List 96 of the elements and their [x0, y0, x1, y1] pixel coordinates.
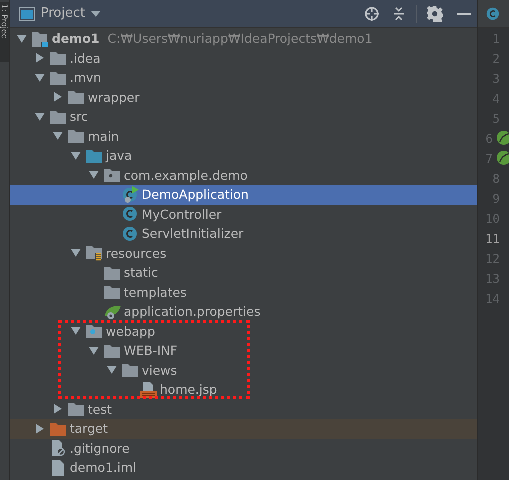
tree-row[interactable]: .gitignore [10, 438, 477, 458]
folder-icon [50, 51, 66, 66]
tree-item-label: WEB-INF [124, 343, 178, 358]
tree-row[interactable]: test [10, 400, 477, 419]
minimize-icon[interactable] [457, 12, 471, 16]
tree-row[interactable]: .idea [10, 48, 477, 68]
tree-row[interactable]: DemoApplication [10, 185, 477, 204]
jsp-file-icon [140, 382, 158, 398]
folder-icon [68, 90, 84, 104]
collapsed-arrow-icon[interactable] [54, 404, 62, 414]
tree-item-label: webapp [106, 324, 156, 339]
expanded-arrow-icon[interactable] [71, 327, 81, 336]
folder-icon [104, 344, 120, 358]
tree-item-label: target [70, 421, 108, 436]
settings-icon[interactable] [427, 6, 443, 22]
expanded-arrow-icon[interactable] [89, 171, 99, 180]
folder-icon [122, 363, 138, 378]
file-icon [50, 460, 66, 476]
properties-file-icon [104, 304, 122, 320]
class-icon[interactable] [486, 6, 500, 20]
folder-icon [104, 266, 120, 280]
expanded-arrow-icon[interactable] [17, 34, 27, 43]
tree-row[interactable]: home.jsp [10, 380, 477, 400]
line-number: 11 [484, 232, 500, 246]
folder-icon [86, 148, 102, 163]
tree-item-label: templates [124, 284, 187, 300]
collapsed-arrow-icon[interactable] [36, 424, 44, 434]
tree-item-label: .mvn [70, 70, 102, 86]
tree-item-label: home.jsp [160, 382, 218, 398]
tree-row[interactable]: java [10, 146, 477, 166]
expanded-arrow-icon[interactable] [71, 152, 81, 160]
tree-item-label: resources [106, 246, 167, 261]
bean-icon[interactable] [497, 150, 509, 164]
tree-row[interactable]: target [10, 419, 477, 438]
folder-icon [50, 70, 66, 85]
folder-icon [50, 422, 66, 436]
bean-icon[interactable] [497, 130, 509, 144]
web-folder-icon [86, 324, 102, 338]
class-icon [122, 206, 138, 222]
tree-item-label: wrapper [88, 90, 140, 105]
collapsed-arrow-icon[interactable] [54, 92, 62, 102]
expanded-arrow-icon[interactable] [89, 346, 99, 355]
tree-row[interactable]: MyController [10, 204, 477, 224]
resources-folder-icon [86, 245, 102, 262]
tree-item-label: com.example.demo [124, 168, 248, 183]
module-icon [32, 30, 48, 47]
tree-item-label: .gitignore [70, 440, 130, 456]
tree-row[interactable]: WEB-INF [10, 341, 477, 360]
expanded-arrow-icon[interactable] [35, 112, 45, 121]
folder-icon [50, 110, 66, 124]
tree-row[interactable]: static [10, 263, 477, 282]
tree-row[interactable]: main [10, 126, 477, 146]
project-path: C:₩Users₩nuriapp₩IdeaProjects₩demo1 [108, 31, 373, 46]
expanded-arrow-icon[interactable] [53, 132, 63, 140]
expanded-arrow-icon[interactable] [35, 74, 45, 82]
panel-title[interactable]: Project [41, 6, 86, 21]
tree-item-label: DemoApplication [142, 187, 249, 202]
tree-row[interactable]: views [10, 360, 477, 380]
tree-item-label: views [142, 362, 178, 378]
package-icon [104, 168, 120, 182]
tree-item-label: java [106, 148, 132, 164]
tree-item-label: MyController [142, 206, 222, 222]
ignore-file-icon [50, 440, 66, 456]
tree-row[interactable]: .mvn [10, 68, 477, 88]
expanded-arrow-icon[interactable] [71, 249, 81, 258]
tree-item-label: src [70, 109, 88, 124]
tree-row[interactable]: src [10, 107, 477, 126]
spring-class-icon [122, 186, 140, 204]
tool-window-tab[interactable]: 1: Projec [0, 2, 9, 62]
locate-icon[interactable] [364, 6, 380, 22]
tree-item-label: .idea [70, 50, 101, 66]
collapsed-arrow-icon[interactable] [36, 53, 44, 64]
tree-item-label: static [124, 265, 158, 280]
tree-item-label: ServletInitializer [142, 226, 244, 242]
folder-icon [68, 402, 84, 416]
tree-item-label: demo1 [52, 31, 100, 46]
tree-row[interactable]: webapp [10, 322, 477, 341]
project-view-icon [19, 6, 35, 20]
tree-row[interactable]: demo1 C:₩Users₩nuriapp₩IdeaProjects₩demo1 [10, 29, 477, 48]
tree-row[interactable]: templates [10, 282, 477, 302]
collapse-all-icon[interactable] [392, 6, 406, 22]
tree-item-label: application.properties [124, 304, 261, 320]
folder-icon [104, 285, 120, 300]
class-icon [122, 226, 138, 242]
tree-row[interactable]: resources [10, 244, 477, 263]
expanded-arrow-icon[interactable] [107, 366, 117, 374]
dropdown-caret-icon[interactable] [91, 10, 102, 16]
tree-item-label: main [88, 128, 120, 144]
tree-row[interactable]: demo1.iml [10, 458, 477, 478]
tree-row[interactable]: wrapper [10, 88, 477, 107]
tree-row[interactable]: com.example.demo [10, 166, 477, 185]
tree-row[interactable]: ServletInitializer [10, 224, 477, 244]
tree-row[interactable]: application.properties [10, 302, 477, 322]
tree-item-label: test [88, 402, 112, 417]
folder-icon [68, 129, 84, 144]
tree-item-label: demo1.iml [70, 460, 136, 476]
